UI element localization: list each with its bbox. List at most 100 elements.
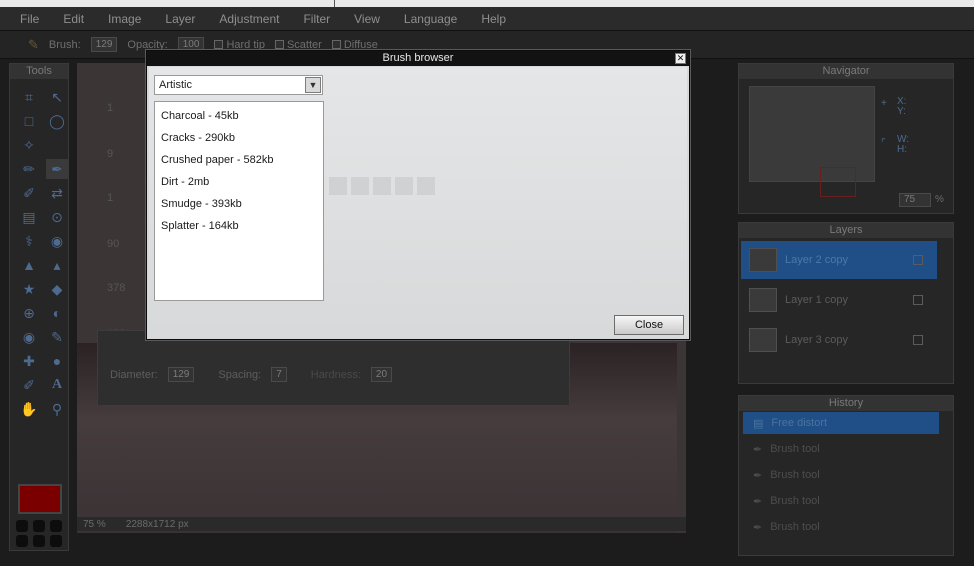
preview-cell [351, 177, 369, 195]
close-button[interactable]: Close [614, 315, 684, 335]
history-item[interactable]: ✒ Brush tool [743, 438, 939, 460]
spacing-input[interactable]: 7 [271, 367, 287, 382]
brush-size-5[interactable]: 378 [107, 282, 125, 294]
menu-image[interactable]: Image [100, 12, 157, 26]
wand-tool-icon[interactable]: ✧ [18, 135, 40, 155]
menu-filter[interactable]: Filter [295, 12, 346, 26]
scatter-label: Scatter [286, 38, 322, 51]
zoom-in-tool-icon[interactable]: ⊕ [18, 303, 40, 323]
close-icon[interactable]: ✕ [675, 53, 686, 64]
layer-visibility-checkbox[interactable] [913, 295, 923, 305]
hardness-input[interactable]: 20 [370, 367, 393, 382]
picker-tool-icon[interactable]: ✐ [18, 375, 40, 395]
opacity-label: Opacity: [127, 38, 168, 51]
sharpen-tool-icon[interactable]: ▴ [46, 255, 68, 275]
top-tick [334, 0, 335, 7]
spot-heal-icon[interactable]: ⚕ [18, 231, 40, 251]
menu-view[interactable]: View [346, 12, 396, 26]
history-item[interactable]: ▤ Free distort [743, 412, 939, 434]
dialog-title: Brush browser [147, 51, 689, 66]
navigator-viewport[interactable] [820, 167, 856, 197]
list-item[interactable]: Charcoal - 45kb [161, 110, 239, 122]
menu-help[interactable]: Help [473, 12, 522, 26]
lasso-tool-icon[interactable]: ◯ [46, 111, 68, 131]
history-label: Brush tool [770, 443, 820, 455]
preview-cell [373, 177, 391, 195]
brush-size-list: 1 9 1 90 378 133 [105, 70, 133, 340]
zoom-value: 75 [83, 518, 95, 530]
menu-language[interactable]: Language [396, 12, 473, 26]
image-dimensions: 2288x1712 px [125, 518, 189, 530]
burn-tool-icon[interactable]: ◐ [46, 303, 68, 323]
zoom-tool-icon[interactable]: ⚲ [46, 399, 68, 419]
diffuse-box[interactable] [331, 40, 341, 50]
fill-tool-icon[interactable]: ◆ [46, 279, 68, 299]
layer-visibility-checkbox[interactable] [913, 335, 923, 345]
brush-size-2[interactable]: 9 [107, 148, 113, 160]
bloat-tool-icon[interactable]: ◉ [46, 231, 68, 251]
layer-row[interactable]: Layer 1 copy [741, 281, 937, 319]
layer-row[interactable]: Layer 3 copy [741, 321, 937, 359]
history-item[interactable]: ✒ Brush tool [743, 464, 939, 486]
crop-tool-icon[interactable]: ⌗ [18, 87, 40, 107]
pan-tool-icon[interactable]: ✚ [18, 351, 40, 371]
zoom-readout[interactable]: 75 % [83, 519, 106, 530]
brush-history-icon: ✒ [753, 443, 763, 456]
dodge-tool-icon[interactable]: ✎ [46, 327, 68, 347]
list-item[interactable]: Splatter - 164kb [161, 220, 239, 232]
brush-size-picker[interactable]: 129 [90, 37, 118, 52]
view-mode-4[interactable] [16, 535, 28, 547]
diameter-input[interactable]: 129 [167, 367, 195, 382]
replace-color-icon[interactable]: ⇄ [46, 183, 68, 203]
tools-title: Tools [10, 64, 68, 79]
list-item[interactable]: Dirt - 2mb [161, 176, 209, 188]
navigator-thumbnail[interactable] [749, 86, 875, 197]
menu-edit[interactable]: Edit [55, 12, 100, 26]
tools-panel: Tools ⌗ ↖ □ ◯ ✧ ✏ ✒ ✐ ⇄ ▤ ⊙ ⚕ ◉ ▲ ▴ ★ ◆ … [9, 63, 69, 551]
gradient-tool-icon[interactable]: ▤ [18, 207, 40, 227]
view-mode-1[interactable] [16, 520, 28, 532]
view-mode-6[interactable] [50, 535, 62, 547]
preview-cell [417, 177, 435, 195]
list-item[interactable]: Crushed paper - 582kb [161, 154, 274, 166]
list-item[interactable]: Smudge - 393kb [161, 198, 242, 210]
marquee-tool-icon[interactable]: □ [18, 111, 40, 131]
hard-tip-box[interactable] [214, 40, 224, 50]
history-label: Brush tool [770, 495, 820, 507]
view-mode-3[interactable] [50, 520, 62, 532]
stamp-tool-icon[interactable]: ⊙ [46, 207, 68, 227]
shape-tool-icon[interactable]: ● [46, 351, 68, 371]
menu-adjustment[interactable]: Adjustment [211, 12, 295, 26]
brush-size-1[interactable]: 1 [107, 102, 113, 114]
view-mode-2[interactable] [33, 520, 45, 532]
menu-layer[interactable]: Layer [157, 12, 211, 26]
hard-tip-checkbox[interactable]: Hard tip [214, 39, 265, 51]
history-item[interactable]: ✒ Brush tool [743, 516, 939, 538]
brush-tool-icon[interactable]: ✒ [46, 159, 68, 179]
hand-tool-icon[interactable]: ✋ [18, 399, 40, 419]
pencil-tool-icon[interactable]: ✏ [18, 159, 40, 179]
brush-size-3[interactable]: 1 [107, 192, 113, 204]
tool-grid: ⌗ ↖ □ ◯ ✧ ✏ ✒ ✐ ⇄ ▤ ⊙ ⚕ ◉ ▲ ▴ ★ ◆ ⊕ ◐ ◉ … [10, 79, 68, 419]
list-item[interactable]: Cracks - 290kb [161, 132, 235, 144]
diffuse-checkbox[interactable]: Diffuse [331, 39, 378, 51]
foreground-color-swatch[interactable] [18, 484, 62, 514]
scatter-checkbox[interactable]: Scatter [274, 38, 322, 51]
red-eye-tool-icon[interactable]: ◉ [18, 327, 40, 347]
drop-tool-icon[interactable]: ▲ [18, 255, 40, 275]
scatter-box[interactable] [274, 40, 284, 50]
layer-row[interactable]: Layer 2 copy [741, 241, 937, 279]
move-tool-icon[interactable]: ↖ [46, 87, 68, 107]
eraser-tool-icon[interactable]: ✐ [18, 183, 40, 203]
sponge-tool-icon[interactable]: ★ [18, 279, 40, 299]
history-item[interactable]: ✒ Brush tool [743, 490, 939, 512]
navigator-zoom-input[interactable]: 75 [899, 193, 931, 207]
layer-visibility-checkbox[interactable] [913, 255, 923, 265]
preview-cell [395, 177, 413, 195]
chevron-down-icon[interactable]: ▼ [305, 77, 321, 93]
view-mode-5[interactable] [33, 535, 45, 547]
menu-file[interactable]: File [12, 12, 55, 26]
brush-size-4[interactable]: 90 [107, 238, 119, 250]
category-select[interactable]: Artistic ▼ [154, 75, 323, 95]
text-tool-icon[interactable]: A [46, 375, 68, 395]
